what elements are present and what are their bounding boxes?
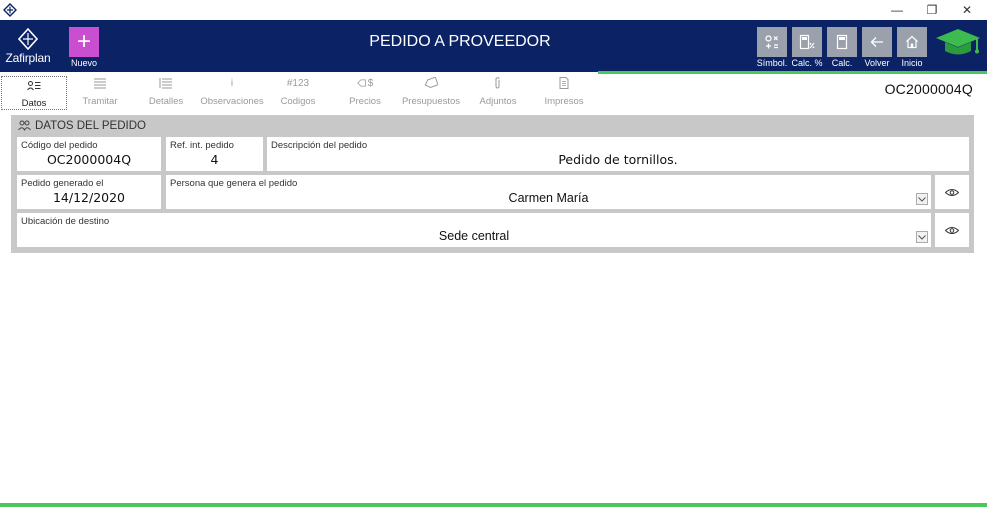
order-code-header: OC2000004Q	[884, 81, 973, 97]
arrow-left-icon	[870, 37, 883, 47]
order-date-label: Pedido generado el	[21, 178, 104, 189]
view-requester-button[interactable]	[935, 175, 969, 209]
new-button-label: Nuevo	[70, 58, 97, 68]
home-label: Inicio	[901, 58, 923, 68]
order-data-panel: DATOS DEL PEDIDO Código del pedido OC200…	[11, 115, 974, 253]
tab-datos-label: Datos	[21, 98, 47, 109]
order-code-label: Código del pedido	[21, 140, 98, 151]
tab-impresos-label: Impresos	[544, 96, 584, 107]
list-icon	[93, 76, 107, 90]
percent-calculator-button[interactable]	[792, 27, 822, 57]
people-icon	[18, 120, 31, 131]
header-accent-line	[598, 71, 987, 74]
internal-ref-label: Ref. int. pedido	[170, 140, 234, 151]
detail-list-icon	[159, 76, 173, 90]
eye-icon	[945, 188, 959, 196]
tab-precios[interactable]: $ Precios	[336, 76, 394, 110]
tab-precios-label: Precios	[349, 96, 381, 107]
plus-icon: +	[76, 28, 91, 55]
destination-label: Ubicación de destino	[21, 216, 110, 227]
restore-button[interactable]: ❐	[915, 0, 949, 20]
internal-ref-field[interactable]: Ref. int. pedido 4	[166, 137, 263, 171]
tab-codigos-label: Codigos	[280, 96, 316, 107]
tab-observaciones[interactable]: i Observaciones	[198, 76, 266, 110]
destination-select[interactable]: Ubicación de destino Sede central	[17, 213, 931, 247]
tab-presupuestos[interactable]: Presupuestos	[400, 76, 462, 110]
symbols-icon	[765, 35, 778, 49]
info-icon: i	[230, 77, 234, 89]
app-header: Zafirplan + Nuevo PEDIDO A PROVEEDOR Sím…	[0, 20, 987, 72]
order-code-value: OC2000004Q	[46, 152, 132, 167]
price-tag-icon: $	[356, 76, 374, 90]
tab-detalles[interactable]: Detalles	[136, 76, 196, 110]
order-date-field[interactable]: Pedido generado el 14/12/2020	[17, 175, 161, 209]
chevron-down-icon	[918, 234, 926, 240]
home-icon	[906, 35, 918, 49]
back-button[interactable]	[862, 27, 892, 57]
tag-icon	[424, 76, 438, 90]
code-icon: #123	[286, 77, 310, 89]
calculator-label: Calc.	[831, 58, 853, 68]
order-description-field[interactable]: Descripción del pedido Pedido de tornill…	[267, 137, 969, 171]
logo-text: Zafirplan	[5, 50, 51, 65]
status-bar-line	[0, 503, 987, 507]
requester-dropdown-button[interactable]	[916, 193, 928, 205]
tab-tramitar-label: Tramitar	[82, 96, 118, 107]
app-diamond-icon	[3, 3, 17, 17]
order-description-value: Pedido de tornillos.	[558, 152, 678, 167]
home-button[interactable]	[897, 27, 927, 57]
percent-calculator-icon	[799, 34, 815, 50]
tab-detalles-label: Detalles	[148, 96, 184, 107]
panel-title: DATOS DEL PEDIDO	[35, 119, 146, 132]
view-destination-button[interactable]	[935, 213, 969, 247]
requester-value: Carmen María	[508, 191, 589, 205]
requester-select[interactable]: Persona que genera el pedido Carmen Marí…	[166, 175, 931, 209]
percent-calculator-label: Calc. %	[791, 58, 823, 68]
chevron-down-icon	[918, 196, 926, 202]
tab-tramitar[interactable]: Tramitar	[70, 76, 130, 110]
tab-adjuntos[interactable]: Adjuntos	[470, 76, 526, 110]
page-title: PEDIDO A PROVEEDOR	[369, 33, 551, 50]
tab-datos[interactable]: Datos	[1, 76, 67, 110]
tab-presupuestos-label: Presupuestos	[401, 96, 461, 107]
destination-dropdown-button[interactable]	[916, 231, 928, 243]
tab-observaciones-label: Observaciones	[200, 96, 264, 107]
order-description-label: Descripción del pedido	[271, 140, 368, 151]
eye-icon	[945, 226, 959, 234]
symbols-button[interactable]	[757, 27, 787, 57]
datos-icon	[27, 80, 41, 92]
destination-value: Sede central	[438, 229, 510, 243]
graduation-cap-icon[interactable]	[934, 26, 982, 58]
order-code-field[interactable]: Código del pedido OC2000004Q	[17, 137, 161, 171]
tab-impresos[interactable]: Impresos	[536, 76, 592, 110]
symbols-label: Símbol.	[756, 58, 788, 68]
paperclip-icon	[491, 76, 505, 90]
window-titlebar: — ❐ ✕	[0, 0, 987, 20]
calculator-icon	[836, 34, 848, 50]
close-button[interactable]: ✕	[950, 0, 984, 20]
new-button[interactable]: +	[69, 27, 99, 57]
tab-codigos[interactable]: #123 Codigos	[270, 76, 326, 110]
back-label: Volver	[864, 58, 890, 68]
calculator-button[interactable]	[827, 27, 857, 57]
zafirplan-logo[interactable]: Zafirplan	[0, 20, 56, 72]
document-icon	[557, 76, 571, 90]
panel-header: DATOS DEL PEDIDO	[11, 115, 974, 136]
requester-label: Persona que genera el pedido	[170, 178, 298, 189]
tab-adjuntos-label: Adjuntos	[479, 96, 517, 107]
price-tag-glyph: $	[367, 77, 374, 89]
minimize-button[interactable]: —	[880, 0, 914, 20]
order-date-value: 14/12/2020	[52, 190, 126, 205]
zafirplan-logo-icon	[17, 27, 39, 50]
internal-ref-value: 4	[210, 152, 219, 167]
